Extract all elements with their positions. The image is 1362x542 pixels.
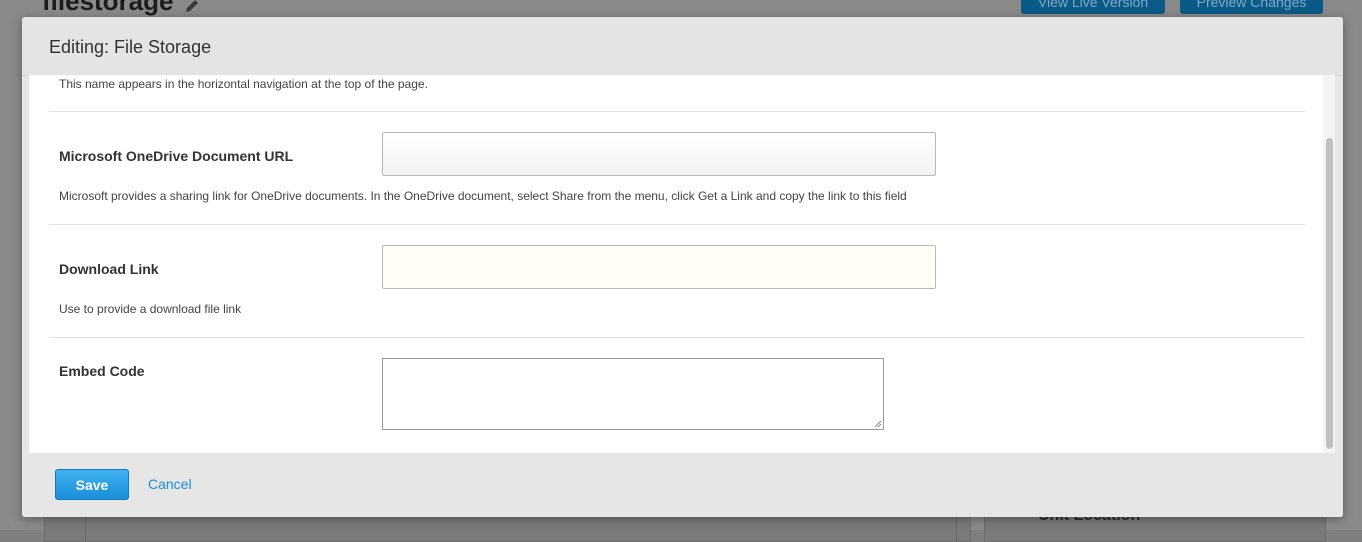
divider (49, 111, 1305, 112)
scrollbar-thumb[interactable] (1326, 138, 1333, 449)
onedrive-url-input[interactable] (382, 132, 936, 176)
pencil-icon (186, 0, 198, 12)
embed-code-label: Embed Code (59, 363, 145, 379)
save-button[interactable]: Save (55, 469, 129, 500)
navigation-name-help: This name appears in the horizontal navi… (59, 77, 428, 91)
page-title: filestorage (42, 0, 174, 16)
onedrive-url-label: Microsoft OneDrive Document URL (59, 148, 294, 164)
download-link-input[interactable] (382, 245, 936, 289)
onedrive-url-help: Microsoft provides a sharing link for On… (59, 189, 907, 203)
preview-changes-button: Preview Changes (1180, 0, 1323, 14)
modal-scrollbar[interactable] (1323, 75, 1335, 453)
download-link-help: Use to provide a download file link (59, 302, 242, 316)
view-live-button: View Live Version (1021, 0, 1165, 14)
embed-code-textarea[interactable] (382, 358, 884, 430)
modal-body[interactable]: This name appears in the horizontal navi… (29, 75, 1335, 453)
divider (49, 224, 1305, 225)
edit-modal: Editing: File Storage This name appears … (22, 17, 1343, 517)
modal-header: Editing: File Storage (22, 17, 1343, 76)
divider (49, 337, 1305, 338)
modal-footer: Save Cancel (22, 453, 1343, 517)
download-link-label: Download Link (59, 261, 159, 277)
cancel-link[interactable]: Cancel (148, 476, 192, 492)
resize-grip-icon[interactable] (874, 420, 882, 428)
modal-title: Editing: File Storage (49, 37, 212, 57)
